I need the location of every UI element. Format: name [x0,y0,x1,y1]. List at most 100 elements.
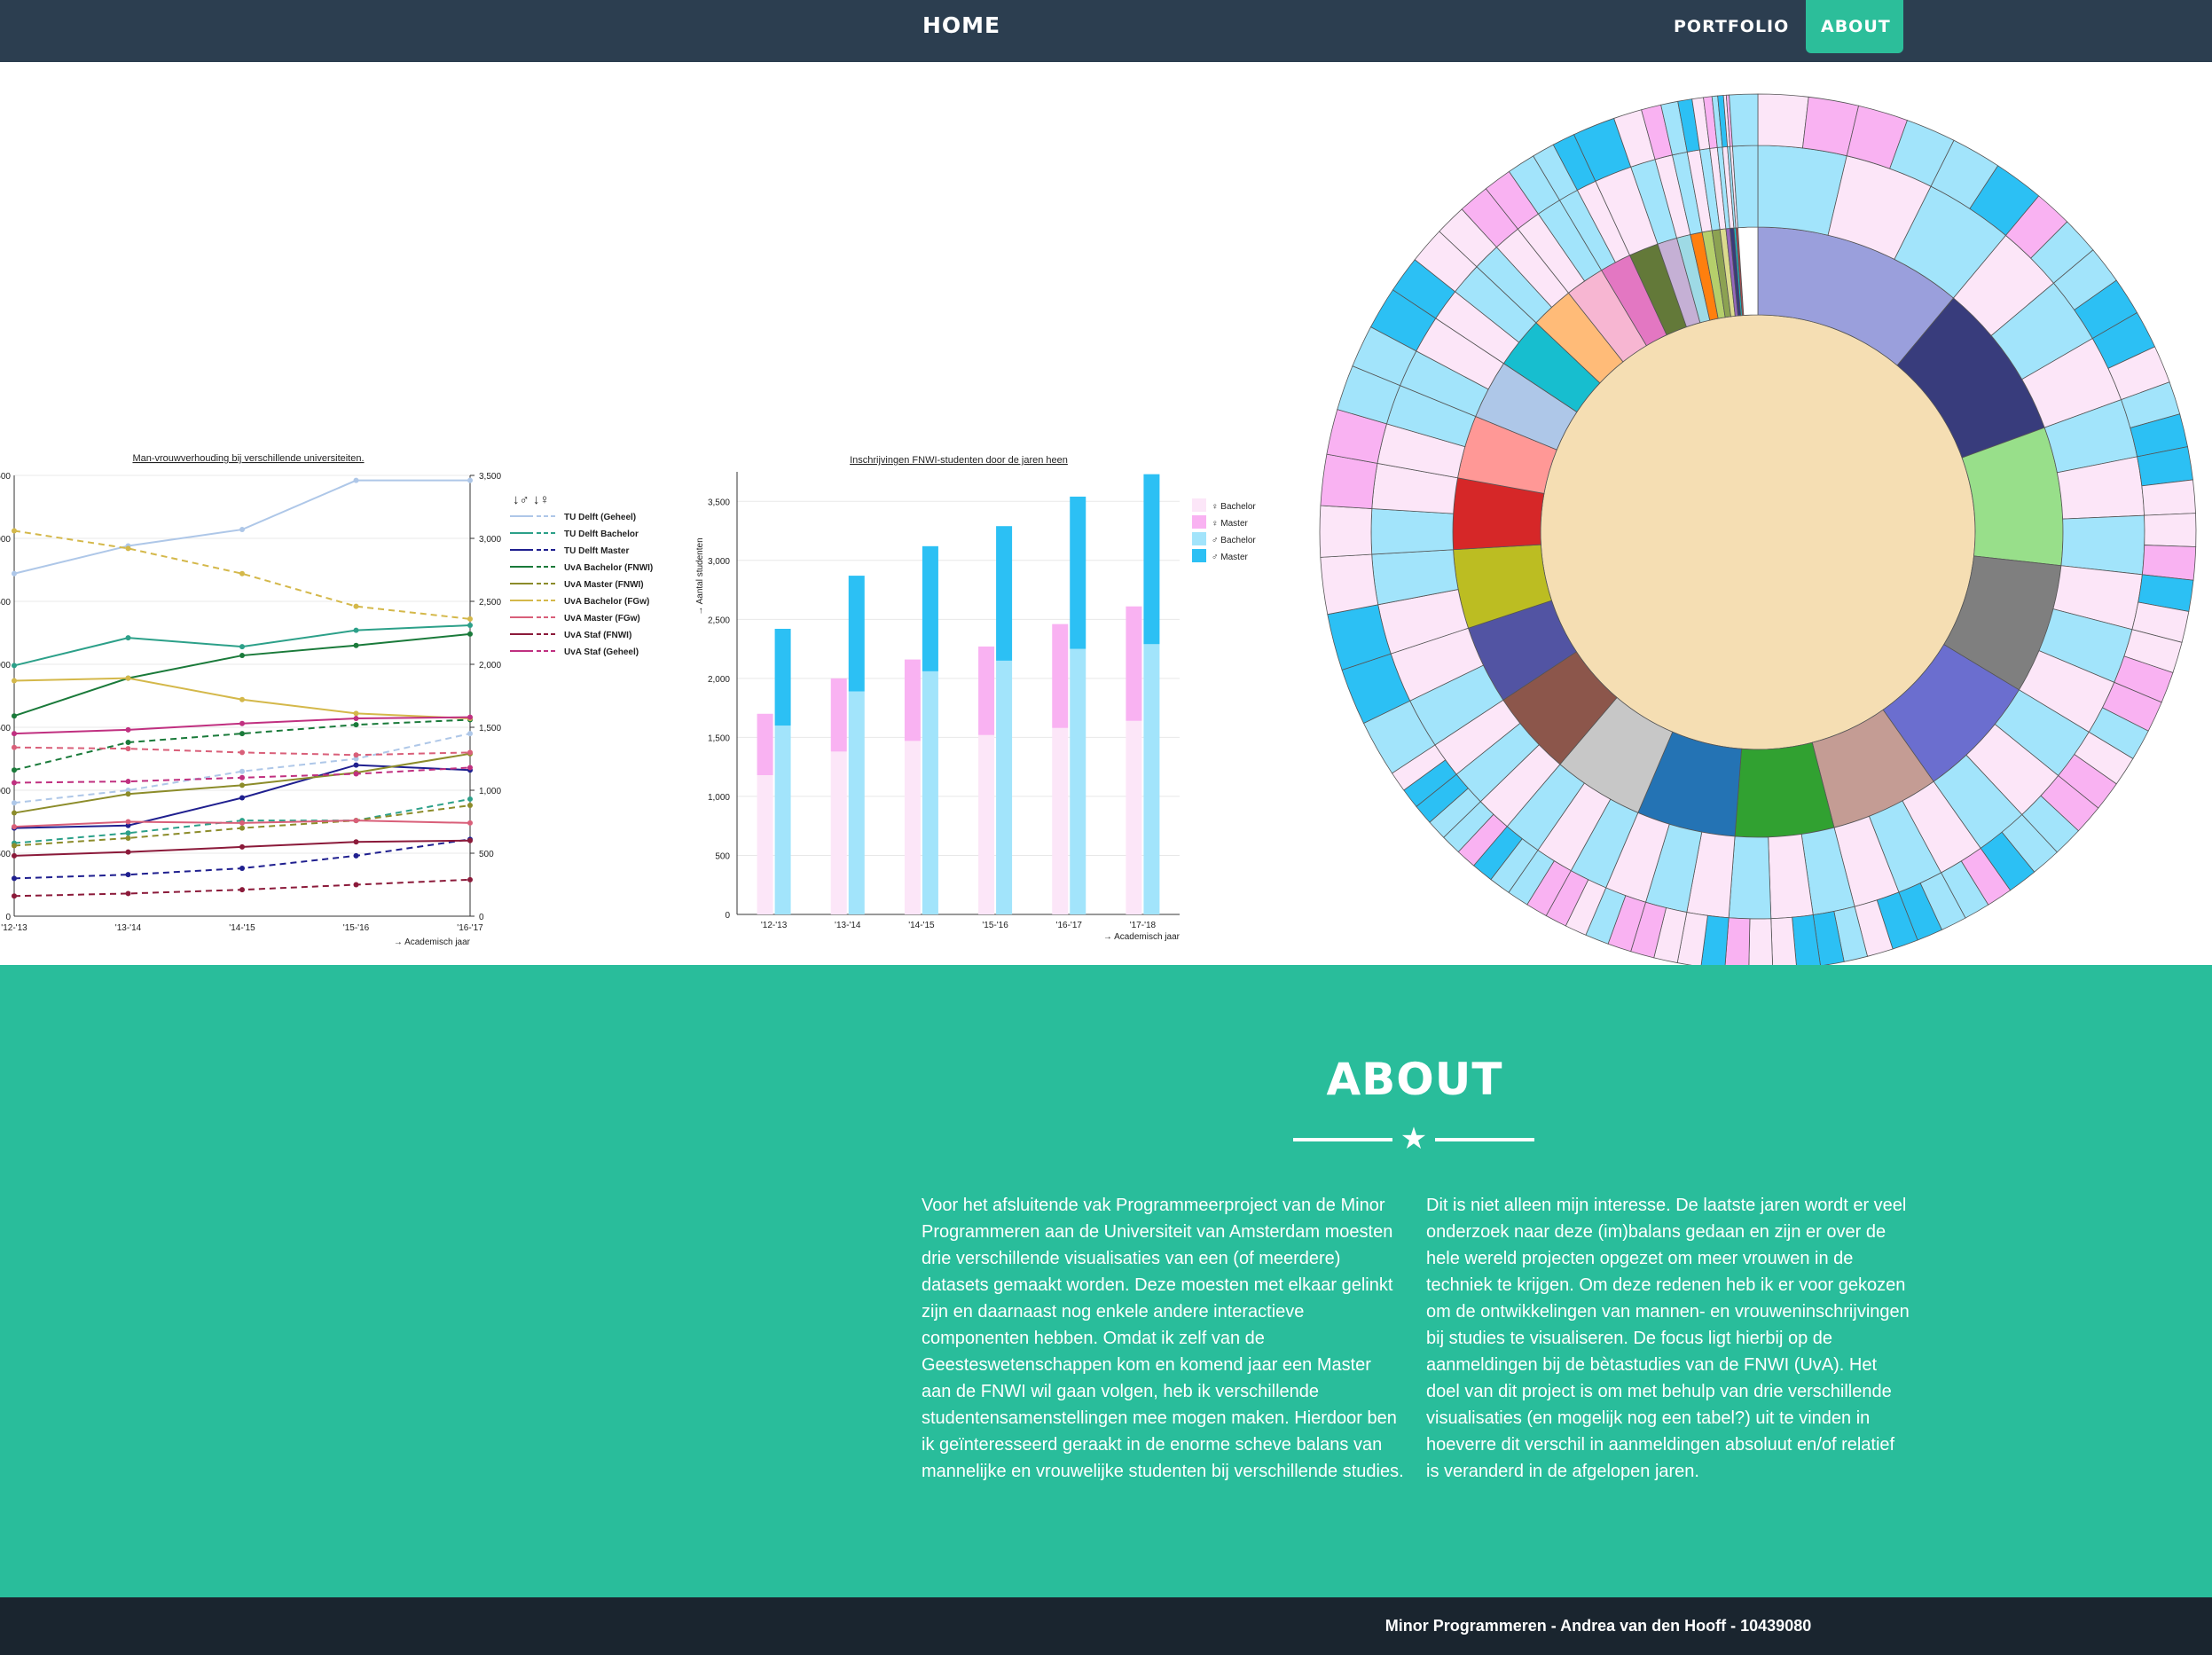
line-point [353,642,359,648]
line-point [467,837,473,843]
bar-chart-legend-label: ♀ Master [1212,519,1249,529]
line-point [239,825,245,831]
line-point [239,731,245,737]
line-point [353,882,359,888]
line-point [239,866,245,872]
sunburst-outer-subsegment [2144,513,2197,547]
bar-chart-xtick: '16-'17 [1056,921,1083,930]
line-chart-xtick: '15-'16 [343,923,370,933]
line-chart-ytick-left: 3,000 [0,535,11,545]
line-point [353,722,359,728]
bar-chart-legend-swatch [1192,549,1206,562]
line-point [353,771,359,777]
bar-chart-legend-swatch [1192,498,1206,512]
sunburst-outer-subsegment [1757,93,1809,149]
bar-female-bachelor [978,734,995,914]
about-section: ABOUT ★ Voor het afsluitende vak Program… [0,965,2212,1597]
line-point [239,653,245,659]
bar-chart-ytick: 500 [715,851,730,861]
bar-female-master [978,646,995,735]
bar-chart-xtick: '13-'14 [835,921,861,930]
nav-portfolio-link[interactable]: PORTFOLIO [1659,0,1804,53]
line-point [467,803,473,809]
line-point [12,852,17,859]
line-chart-ytick-left: 0 [5,913,11,922]
line-point [239,527,245,533]
line-point [125,890,131,897]
line-point [125,740,131,746]
line-chart-ytick-left: 1,500 [0,724,11,733]
about-text-left: Voor het afsluitende vak Programmeerproj… [922,1196,1404,1481]
line-point [239,644,245,650]
line-point [353,762,359,768]
line-point [12,800,17,806]
line-point [125,849,131,855]
line-point [239,768,245,774]
bar-chart-xtick: '15-'16 [982,921,1008,930]
line-point [467,749,473,756]
bar-chart-xlabel: → Academisch jaar [1103,932,1181,942]
line-point [125,835,131,841]
line-point [239,696,245,702]
divider-line-right [1435,1138,1534,1141]
line-point [353,752,359,758]
line-point [239,774,245,780]
bar-female-master [1126,606,1142,721]
bar-chart-xtick: '12-'13 [761,921,788,930]
line-chart-legend-label: TU Delft Master [564,546,629,556]
sunburst-outer-segment [1728,835,1772,920]
line-point [12,570,17,577]
nav-home-link[interactable]: HOME [922,0,1000,51]
bar-male-master [774,628,791,726]
navbar: HOME PORTFOLIO ABOUT [0,0,2212,62]
bar-female-master [1052,624,1069,728]
bar-chart-ytick: 1,000 [708,793,730,803]
line-chart-legend-label: UvA Master (FGw) [564,614,640,624]
bar-chart-xtick: '17-'18 [1130,921,1157,930]
line-point [239,782,245,788]
bar-male-bachelor [1143,644,1160,914]
line-point [125,779,131,785]
line-point [12,824,17,830]
line-chart-xlabel: → Academisch jaar [394,937,471,947]
sunburst-outer-subsegment [2141,545,2197,581]
line-chart-ytick-left: 1,000 [0,787,11,796]
bar-male-bachelor [848,691,865,914]
line-point [353,710,359,717]
line-point [239,887,245,893]
line-chart-legend-label: TU Delft Bachelor [564,529,639,539]
line-point [353,839,359,845]
line-point [125,830,131,836]
line-point [239,795,245,801]
line-chart-ytick-right: 2,500 [479,598,501,608]
line-series-female [13,733,471,804]
line-point [125,726,131,733]
bar-chart-ylabel: → Aantal studenten [695,537,705,615]
line-chart-xtick: '13-'14 [115,923,142,933]
line-point [467,876,473,882]
sunburst-outer-subsegment [2141,479,2196,516]
line-point [12,843,17,849]
line-point [467,796,473,802]
line-chart-ytick-right: 3,500 [479,472,501,482]
line-point [467,631,473,637]
bar-chart-legend-label: ♀ Bachelor [1212,502,1256,512]
sunburst-outer-subsegment [1770,916,1798,971]
line-point [239,820,245,826]
line-chart: Man-vrouwverhouding bij verschillende un… [0,453,653,947]
line-chart-ytick-right: 0 [479,913,484,922]
bar-female-bachelor [757,774,773,914]
bar-male-master [1070,496,1086,649]
line-point [353,603,359,609]
bar-male-bachelor [922,671,938,914]
line-point [12,810,17,816]
line-chart-xtick: '12-'13 [1,923,27,933]
nav-about-link[interactable]: ABOUT [1806,0,1903,53]
bar-female-master [830,678,847,752]
line-point [125,635,131,641]
line-chart-xtick: '16-'17 [457,923,483,933]
bar-chart-legend-swatch [1192,515,1206,529]
visualisations-svg: Man-vrouwverhouding bij verschillende un… [0,93,2197,971]
sunburst-outer-subsegment [1320,453,1378,509]
line-chart-title: Man-vrouwverhouding bij verschillende un… [132,453,364,464]
